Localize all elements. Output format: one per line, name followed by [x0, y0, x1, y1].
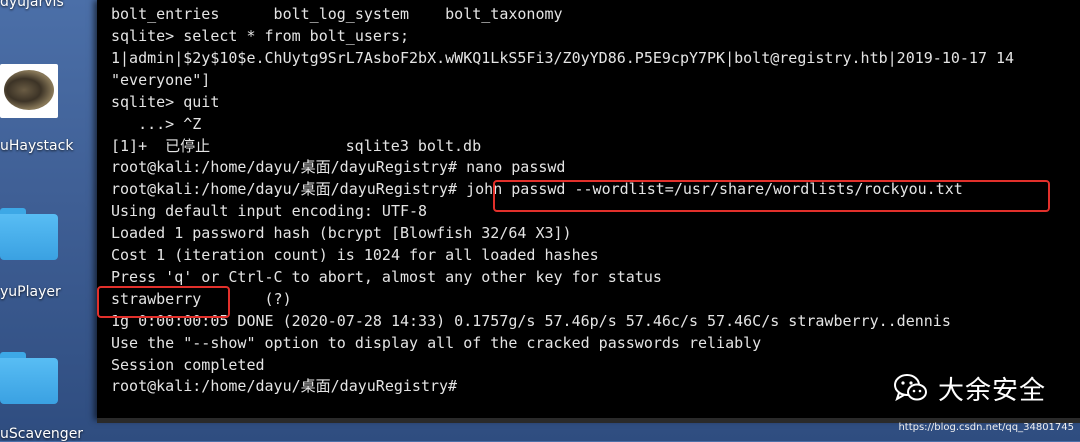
terminal-line: [1]+ 已停止 sqlite3 bolt.db — [111, 137, 482, 155]
haystack-image-icon[interactable] — [0, 64, 58, 118]
terminal-line: "everyone"] — [111, 71, 211, 89]
terminal-line: Cost 1 (iteration count) is 1024 for all… — [111, 246, 599, 264]
terminal-line: sqlite> quit — [111, 93, 220, 111]
terminal-line: Using default input encoding: UTF-8 — [111, 202, 428, 220]
desktop-icon-label[interactable]: uHaystack — [0, 138, 73, 154]
terminal-line: 1g 0:00:00:05 DONE (2020-07-28 14:33) 0.… — [111, 312, 951, 330]
terminal-line: Session completed — [111, 356, 265, 374]
terminal-line: ...> ^Z — [111, 115, 202, 133]
desktop-icon-label[interactable]: yuPlayer — [0, 284, 61, 300]
desktop-icon-label[interactable]: uScavenger — [0, 426, 83, 442]
password-highlight-box — [97, 286, 230, 318]
desktop-icon-label[interactable]: dyujarvis — [0, 0, 64, 10]
terminal-line: root@kali:/home/dayu/桌面/dayuRegistry# na… — [111, 158, 566, 176]
desktop-icons-column: dyujarvis uHaystack yuPlayer uScavenger — [0, 0, 108, 442]
watermark: 大余安全 — [893, 368, 1046, 408]
terminal-line: 1|admin|$2y$10$e.ChUytg9SrL7AsboF2bX.wWK… — [111, 49, 1015, 67]
terminal-line: sqlite> select * from bolt_users; — [111, 27, 410, 45]
terminal-line: Press 'q' or Ctrl-C to abort, almost any… — [111, 268, 662, 286]
folder-icon[interactable] — [0, 352, 58, 404]
terminal-prompt[interactable]: root@kali:/home/dayu/桌面/dayuRegistry# — [111, 376, 466, 396]
command-highlight-box — [493, 180, 1050, 212]
terminal-window[interactable]: bolt_entries bolt_log_system bolt_taxono… — [97, 0, 1080, 420]
watermark-text: 大余安全 — [937, 375, 1046, 406]
terminal-line: Use the "--show" option to display all o… — [111, 334, 762, 352]
folder-icon[interactable] — [0, 208, 58, 260]
source-url: https://blog.csdn.net/qq_34801745 — [898, 422, 1074, 433]
wechat-icon — [893, 373, 928, 403]
terminal-line: bolt_entries bolt_log_system bolt_taxono… — [111, 5, 563, 23]
terminal-line: Loaded 1 password hash (bcrypt [Blowfish… — [111, 224, 572, 242]
